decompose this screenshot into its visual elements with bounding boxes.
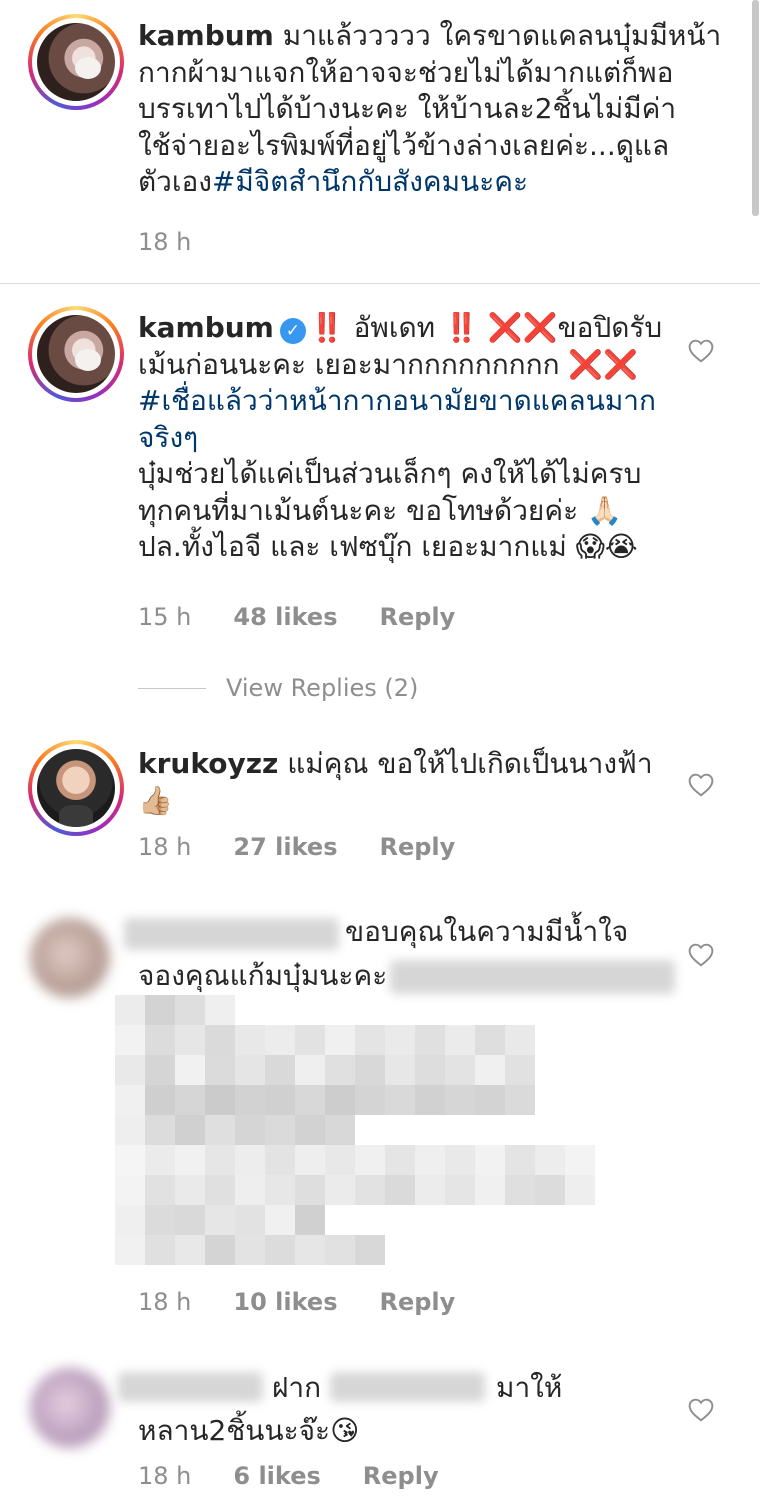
comment-text-line: ทุกคนที่มาเม้นต์นะคะ ขอโทษด้วยค่ะ 🙏🏻 xyxy=(138,493,622,527)
hashtag-link-cont[interactable]: จริงๆ xyxy=(138,421,198,454)
comment-text-line: มาแล้ววววว ใครขาดแคลนบุ๋มมีหน้า xyxy=(273,19,722,52)
heart-icon[interactable] xyxy=(688,943,714,967)
avatar-photo xyxy=(37,315,115,393)
thumbs-up-emoji: 👍🏼 xyxy=(138,783,173,817)
comment-text-line: หลาน2ชิ้นนะจ๊ะ😘 xyxy=(138,1414,360,1447)
comment-text-line: เม้นก่อนนะคะ เยอะมากกกกกกกกก ❌❌ xyxy=(138,347,639,381)
reply-button[interactable]: Reply xyxy=(363,1462,439,1490)
redacted-text xyxy=(390,960,675,994)
likes-count[interactable]: 48 likes xyxy=(233,603,337,631)
verified-badge-icon: ✓ xyxy=(279,318,306,344)
username-redacted[interactable] xyxy=(118,1372,263,1402)
comment-meta-4: 18 h 10 likes Reply xyxy=(138,1288,455,1316)
timestamp: 18 h xyxy=(138,228,192,256)
comment-body-1: kambum มาแล้ววววว ใครขาดแคลนบุ๋มมีหน้า ก… xyxy=(138,18,738,201)
comment-body-3: krukoyzz แม่คุณ ขอให้ไปเกิดเป็นนางฟ้า 👍🏼 xyxy=(138,746,698,819)
avatar-kambum-2[interactable] xyxy=(28,306,124,402)
avatar-blurred[interactable] xyxy=(30,1368,110,1448)
comment-text-line: จองคุณแก้มบุ๋มนะคะ xyxy=(138,959,388,992)
comment-text-line: ใช้จ่ายอะไรพิมพ์ที่อยู่ไว้ข้างล่างเลยค่ะ… xyxy=(138,128,670,162)
heart-icon[interactable] xyxy=(688,1398,714,1422)
heart-icon[interactable] xyxy=(688,773,714,797)
avatar-photo xyxy=(37,23,115,101)
hashtag-link[interactable]: #มีจิตสำนึกกับสังคมนะคะ xyxy=(212,165,528,198)
comment-meta-2: 15 h 48 likes Reply xyxy=(138,603,455,631)
avatar-blurred[interactable] xyxy=(30,918,110,998)
redacted-text xyxy=(330,1372,485,1402)
view-replies-button[interactable]: View Replies (2) xyxy=(226,674,418,702)
view-replies-line xyxy=(138,688,206,689)
username-kambum[interactable]: kambum xyxy=(138,311,274,344)
comment-text-line: ขอบคุณในความมีน้ำใจ xyxy=(345,915,629,948)
comment-text-line: ตัวเอง xyxy=(138,165,212,198)
avatar-photo xyxy=(37,749,115,827)
timestamp: 18 h xyxy=(138,833,192,861)
divider xyxy=(0,283,760,284)
timestamp: 15 h xyxy=(138,603,192,631)
reply-button[interactable]: Reply xyxy=(379,833,455,861)
comment-text-line: กากผ้ามาแจกให้อาจจะช่วยไม่ได้มากแต่ก็พอ xyxy=(138,55,674,89)
comment-text-line: ปล.ทั้งไอจี และ เฟซบุ๊ก เยอะมากแม่ 😱😭 xyxy=(138,530,638,563)
comment-text-line: มาให้ xyxy=(496,1371,563,1404)
username-kambum[interactable]: kambum xyxy=(138,19,274,52)
timestamp: 18 h xyxy=(138,1462,192,1490)
heart-icon[interactable] xyxy=(688,339,714,363)
username-krukoyzz[interactable]: krukoyzz xyxy=(138,747,278,780)
reply-button[interactable]: Reply xyxy=(379,1288,455,1316)
comment-text-line: บุ๋มช่วยได้แค่เป็นส่วนเล็กๆ คงให้ได้ไม่ค… xyxy=(138,457,642,490)
timestamp: 18 h xyxy=(138,1288,192,1316)
comment-meta-5: 18 h 6 likes Reply xyxy=(138,1462,439,1490)
comment-meta-1: 18 h xyxy=(138,228,191,256)
scrollbar[interactable] xyxy=(752,0,759,216)
likes-count[interactable]: 27 likes xyxy=(233,833,337,861)
likes-count[interactable]: 10 likes xyxy=(233,1288,337,1316)
comment-text-line: แม่คุณ ขอให้ไปเกิดเป็นนางฟ้า xyxy=(278,747,653,780)
pixelated-redaction xyxy=(115,995,595,1265)
avatar-kambum-1[interactable] xyxy=(28,14,124,110)
comment-text-line: บรรเทาไปได้บ้างนะคะ ให้บ้านละ2ชิ้นไม่มีค… xyxy=(138,92,677,125)
avatar-krukoyzz[interactable] xyxy=(28,740,124,836)
comment-text-line: ‼️ อัพเดท ‼️ ❌❌ขอปิดรับ xyxy=(309,311,663,344)
username-redacted[interactable] xyxy=(124,918,339,950)
hashtag-link[interactable]: #เชื่อแล้วว่าหน้ากากอนามัยขาดแคลนมาก xyxy=(138,384,656,417)
reply-button[interactable]: Reply xyxy=(379,603,455,631)
comment-text-line: ฝาก xyxy=(272,1371,322,1404)
comment-meta-3: 18 h 27 likes Reply xyxy=(138,833,455,861)
comment-body-2: kambum ✓ ‼️ อัพเดท ‼️ ❌❌ขอปิดรับ เม้นก่อนน… xyxy=(138,310,698,566)
likes-count[interactable]: 6 likes xyxy=(233,1462,320,1490)
